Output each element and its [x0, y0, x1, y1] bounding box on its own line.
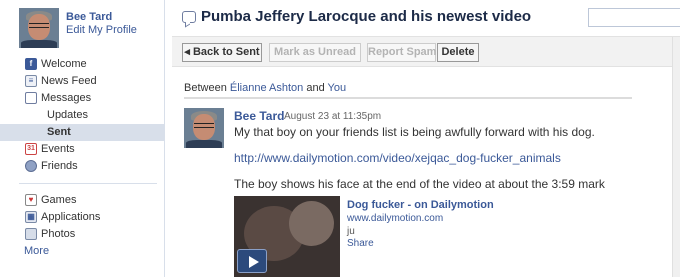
sidebar-item-label: Updates	[47, 109, 88, 121]
participant-link[interactable]: Élianne Ashton	[230, 82, 303, 94]
sidebar-item-label: Applications	[41, 211, 101, 223]
sidebar-more-link[interactable]: More	[0, 243, 165, 260]
attachment-description: ju	[347, 226, 355, 237]
mark-as-unread-button[interactable]: Mark as Unread	[269, 43, 361, 62]
message-link-line: http://www.dailymotion.com/video/xejqac_…	[234, 151, 561, 165]
sidebar-item-label: Friends	[41, 160, 78, 172]
and-label: and	[306, 82, 325, 94]
attachment-title[interactable]: Dog fucker - on Dailymotion	[347, 199, 494, 211]
sidebar-item-updates[interactable]: Updates	[0, 107, 165, 124]
applications-icon: ▦	[25, 211, 37, 223]
thread-divider	[184, 97, 632, 99]
sidebar-item-friends[interactable]: Friends	[0, 158, 165, 175]
sidebar-nav: f Welcome ≡ News Feed Messages Updates S…	[0, 56, 165, 260]
attachment-domain[interactable]: www.dailymotion.com	[347, 213, 443, 224]
delete-button[interactable]: Delete	[437, 43, 479, 62]
messages-icon	[25, 92, 37, 104]
sidebar-item-messages[interactable]: Messages	[0, 90, 165, 107]
friends-icon	[25, 160, 37, 172]
main-content: Pumba Jeffery Larocque and his newest vi…	[166, 0, 680, 277]
share-link[interactable]: Share	[347, 238, 374, 249]
video-link[interactable]: http://www.dailymotion.com/video/xejqac_…	[234, 151, 561, 165]
play-icon[interactable]	[237, 249, 267, 273]
messages-icon	[182, 11, 196, 23]
sidebar-item-label: Welcome	[41, 58, 87, 70]
message-toolbar: ◂ Back to Sent Mark as Unread Report Spa…	[172, 36, 680, 67]
sidebar-item-news-feed[interactable]: ≡ News Feed	[0, 73, 165, 90]
message-text-line: The boy shows his face at the end of the…	[234, 177, 605, 191]
photos-icon	[25, 228, 37, 240]
edit-profile-link[interactable]: Edit My Profile	[66, 24, 137, 36]
games-icon: ♥	[25, 194, 37, 206]
sidebar-item-label: Sent	[47, 126, 71, 138]
back-to-sent-button[interactable]: ◂ Back to Sent	[182, 43, 262, 62]
video-thumbnail[interactable]	[234, 196, 340, 277]
between-label: Between	[184, 82, 227, 94]
facebook-icon: f	[25, 58, 37, 70]
right-edge-panel	[672, 37, 680, 277]
profile-avatar[interactable]	[19, 8, 59, 48]
calendar-icon: 31	[25, 143, 37, 155]
message-timestamp: August 23 at 11:35pm	[284, 111, 382, 122]
sidebar-item-label: Messages	[41, 92, 92, 104]
search-input[interactable]	[588, 8, 680, 27]
sidebar-item-photos[interactable]: Photos	[0, 226, 165, 243]
left-sidebar: Bee Tard Edit My Profile f Welcome ≡ New…	[0, 0, 165, 277]
sidebar-item-label: News Feed	[41, 75, 97, 87]
sidebar-item-label: Events	[41, 143, 75, 155]
sidebar-item-games[interactable]: ♥ Games	[0, 192, 165, 209]
page-title: Pumba Jeffery Larocque and his newest vi…	[201, 8, 532, 25]
news-feed-icon: ≡	[25, 75, 37, 87]
sidebar-item-applications[interactable]: ▦ Applications	[0, 209, 165, 226]
report-spam-button[interactable]: Report Spam	[367, 43, 436, 62]
sender-name[interactable]: Bee Tard	[234, 109, 284, 123]
participant-link-you[interactable]: You	[328, 82, 347, 94]
thread-participants: Between Élianne Ashton and You	[184, 82, 346, 94]
message-text-line: My that boy on your friends list is bein…	[234, 125, 595, 139]
sidebar-item-events[interactable]: 31 Events	[0, 141, 165, 158]
sidebar-item-label: Photos	[41, 228, 76, 240]
sidebar-item-sent[interactable]: Sent	[0, 124, 165, 141]
sidebar-item-welcome[interactable]: f Welcome	[0, 56, 165, 73]
sender-avatar[interactable]	[184, 108, 224, 148]
sidebar-divider	[19, 183, 157, 184]
sidebar-item-label: Games	[41, 194, 77, 206]
profile-name[interactable]: Bee Tard	[66, 11, 112, 23]
